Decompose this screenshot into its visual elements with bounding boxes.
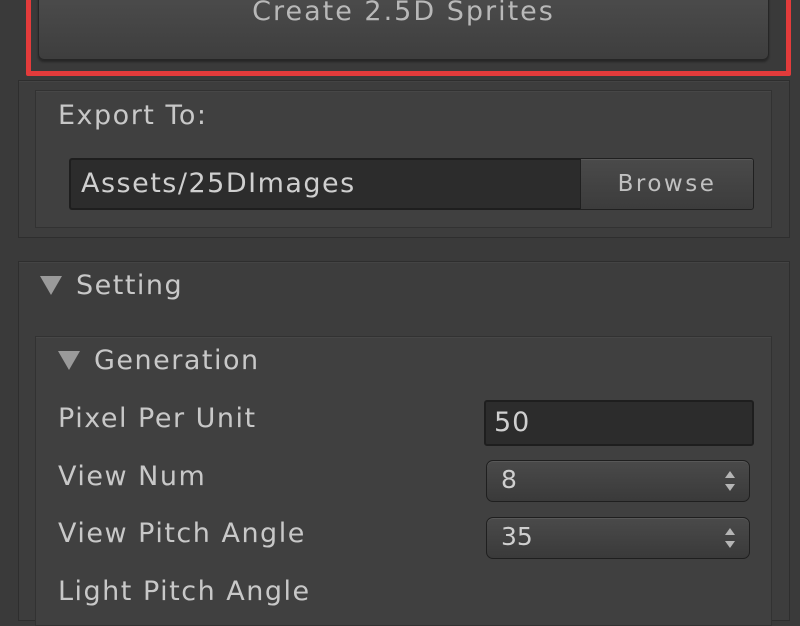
setting-title: Setting bbox=[76, 270, 184, 301]
view-num-value: 8 bbox=[501, 465, 517, 494]
view-pitch-angle-select[interactable]: 35 bbox=[486, 517, 750, 559]
view-pitch-angle-value: 35 bbox=[501, 522, 533, 551]
select-arrows-icon bbox=[725, 528, 735, 548]
light-pitch-angle-label: Light Pitch Angle bbox=[58, 576, 311, 607]
view-num-label: View Num bbox=[58, 461, 207, 492]
browse-button[interactable]: Browse bbox=[580, 158, 754, 210]
generation-foldout[interactable]: Generation bbox=[58, 345, 260, 376]
generation-title: Generation bbox=[94, 345, 260, 376]
pixel-per-unit-label: Pixel Per Unit bbox=[58, 403, 257, 434]
create-button-label: Create 2.5D Sprites bbox=[252, 0, 555, 27]
foldout-triangle-icon bbox=[58, 351, 80, 370]
pixel-per-unit-field[interactable]: 50 bbox=[484, 400, 754, 446]
export-to-label: Export To: bbox=[58, 100, 208, 131]
export-path-field[interactable]: Assets/25DImages bbox=[69, 158, 581, 210]
view-num-select[interactable]: 8 bbox=[486, 460, 750, 502]
view-pitch-angle-label: View Pitch Angle bbox=[58, 518, 306, 549]
create-2-5d-sprites-button[interactable]: Create 2.5D Sprites bbox=[38, 0, 769, 60]
foldout-triangle-icon bbox=[40, 276, 62, 295]
select-arrows-icon bbox=[725, 471, 735, 491]
setting-foldout[interactable]: Setting bbox=[40, 270, 183, 301]
